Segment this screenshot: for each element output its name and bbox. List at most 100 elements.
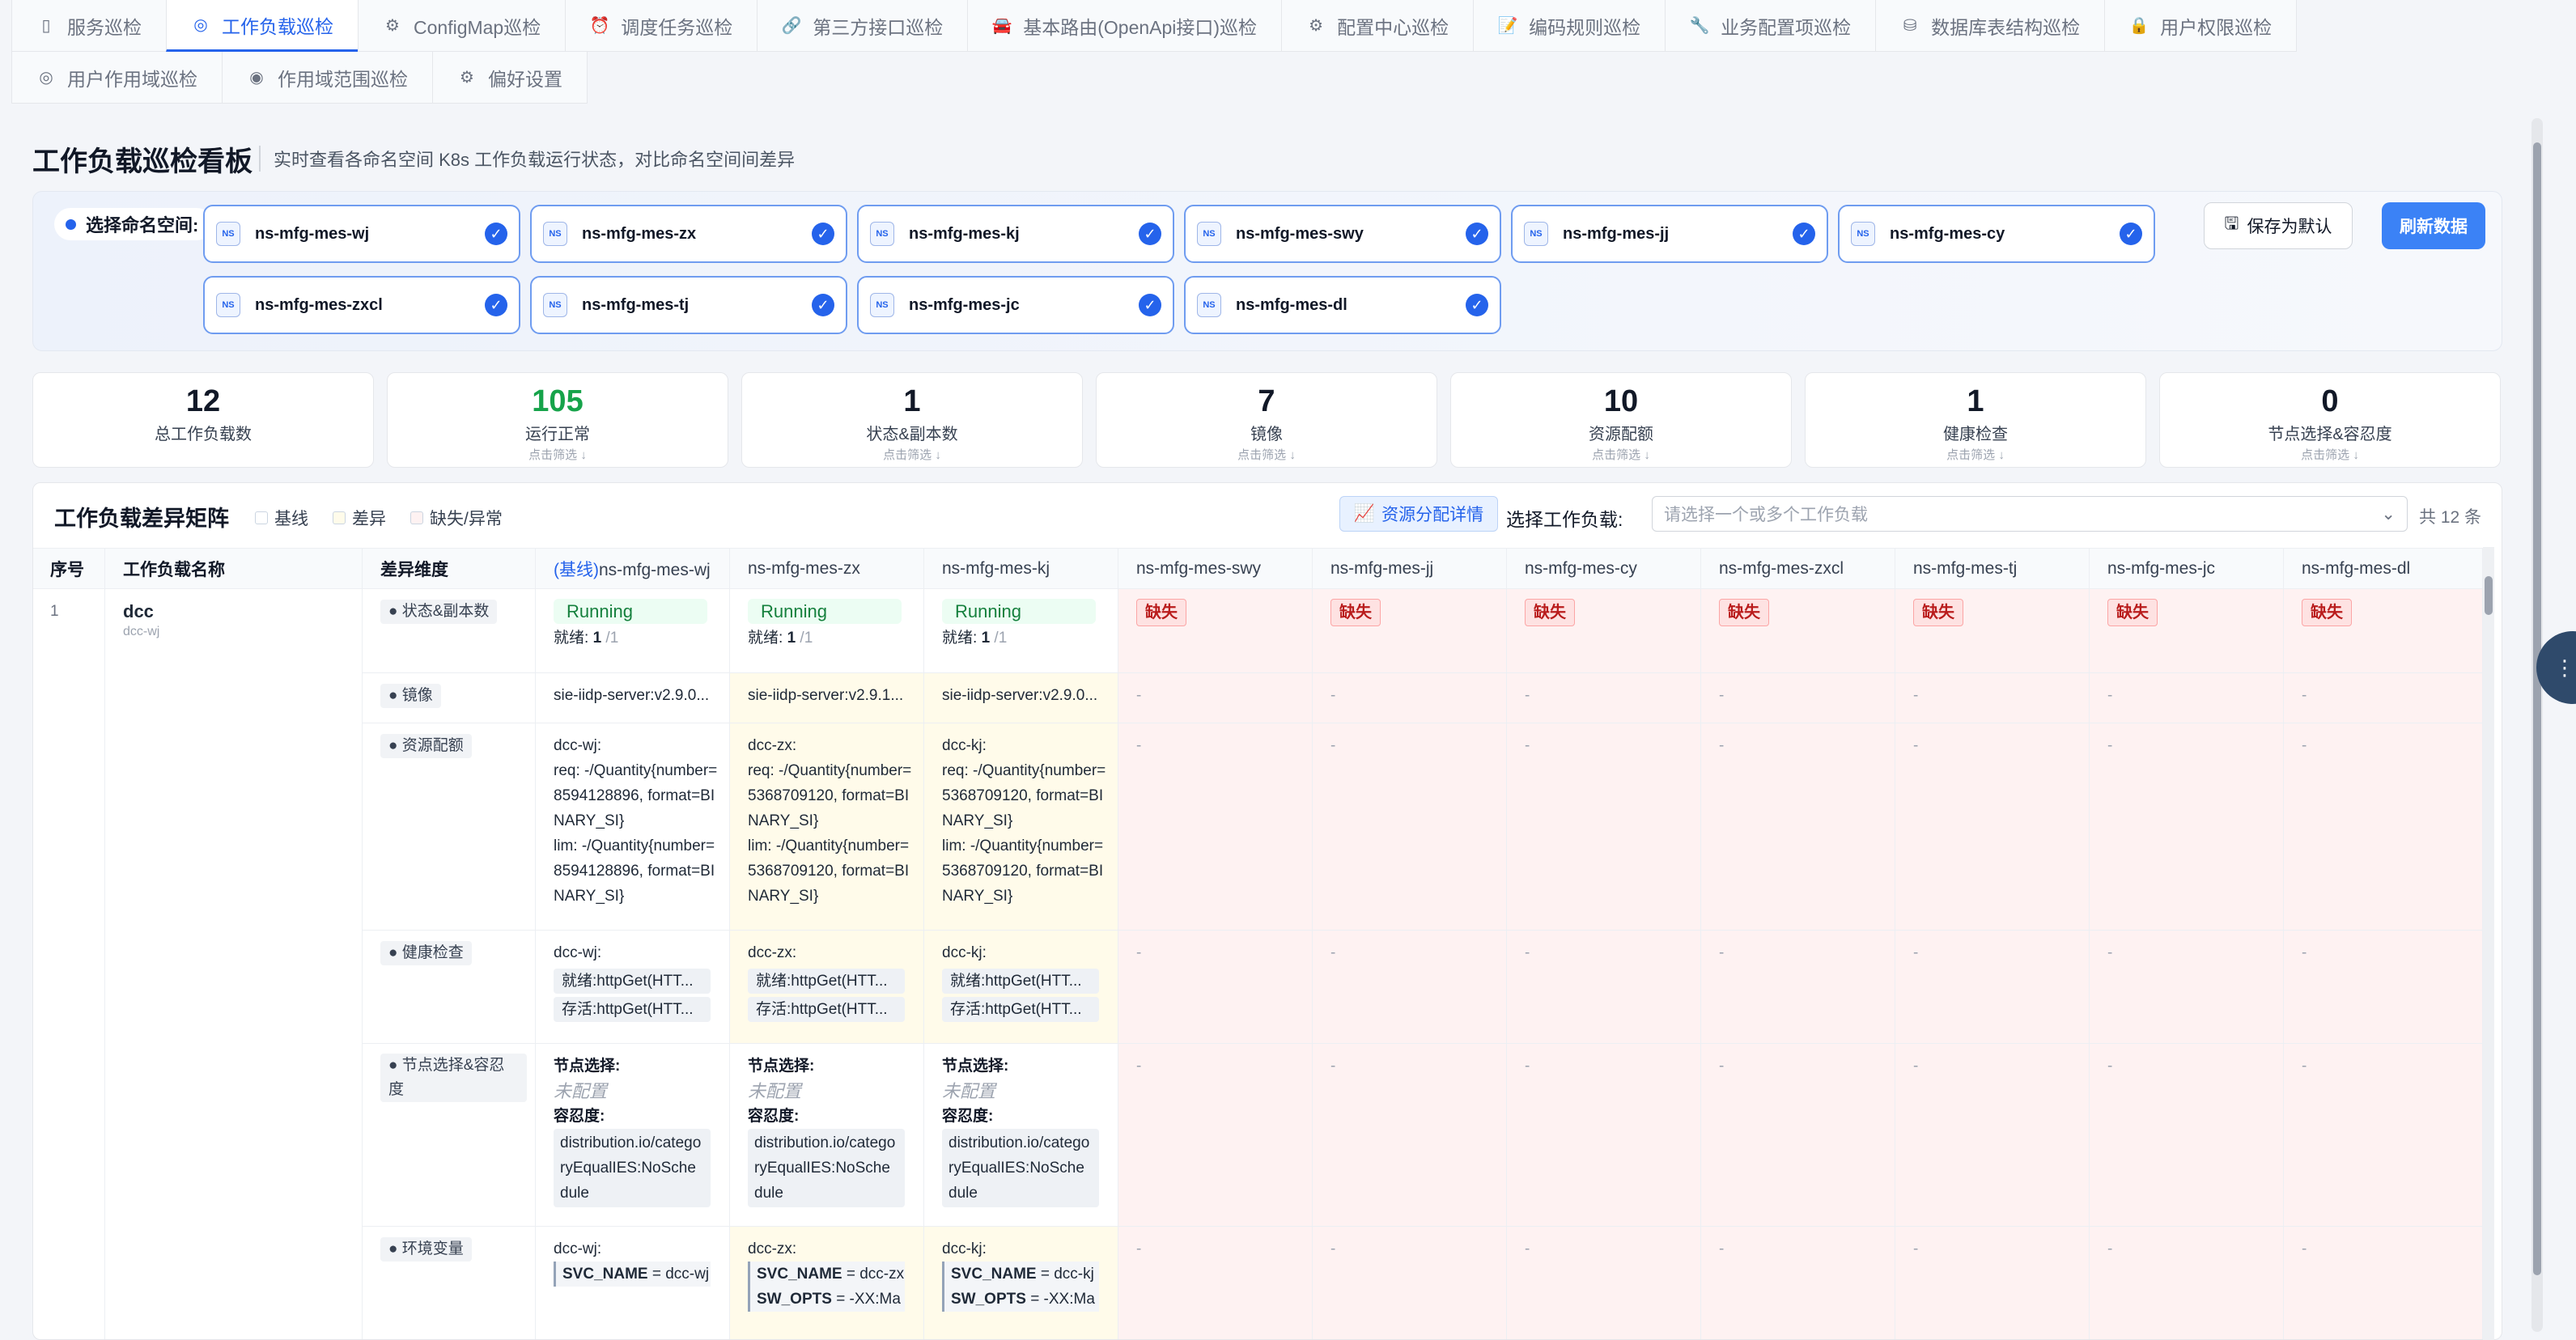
stat-card[interactable]: 7镜像点击筛选 ↓ (1096, 372, 1437, 468)
diff-cell: dcc-wj:就绪:httpGet(HTT...存活:httpGet(HTT..… (536, 931, 730, 1044)
health-head: dcc-kj: (942, 940, 1110, 965)
workload-select[interactable]: 请选择一个或多个工作负载⌄ (1652, 496, 2408, 532)
tab-6[interactable]: 🚘基本路由(OpenApi接口)巡检 (967, 0, 1282, 52)
stat-card[interactable]: 10资源配额点击筛选 ↓ (1450, 372, 1792, 468)
resource-detail-button[interactable]: 📈资源分配详情 (1339, 496, 1498, 532)
tab-label: 用户作用域巡检 (67, 64, 197, 91)
page-scrollbar[interactable] (2531, 118, 2543, 1332)
namespace-chip[interactable]: NSns-mfg-mes-jj✓ (1511, 205, 1828, 263)
dimension-tag: ● 节点选择&容忍度 (380, 1054, 527, 1102)
stat-card[interactable]: 1健康检查点击筛选 ↓ (1805, 372, 2146, 468)
missing-cell: 缺失 (2284, 589, 2483, 673)
missing-dash: - (2302, 687, 2307, 704)
missing-dash: - (1330, 687, 1335, 704)
check-icon[interactable]: ✓ (1139, 294, 1161, 316)
check-icon[interactable]: ✓ (1139, 223, 1161, 245)
missing-cell: - (1507, 931, 1701, 1044)
page-scrollbar-thumb[interactable] (2533, 142, 2541, 1275)
legend-swatch (255, 511, 268, 524)
node-selector-value: 未配置 (748, 1079, 915, 1104)
row-name[interactable]: dccdcc-wj (105, 589, 363, 1340)
tab-label: 用户权限巡检 (2160, 12, 2272, 40)
tab-label: 偏好设置 (488, 64, 562, 91)
stat-value: 1 (1806, 384, 2145, 419)
save-default-label: 保存为默认 (2247, 214, 2332, 238)
liveness-probe: 存活:httpGet(HTT... (942, 997, 1099, 1022)
tab-13[interactable]: ◉作用域范围巡检 (222, 52, 433, 104)
namespace-chip[interactable]: NSns-mfg-mes-dl✓ (1184, 276, 1501, 334)
database-icon: ⛁ (1900, 16, 1920, 36)
stat-label: 总工作负载数 (33, 421, 373, 444)
namespace-chip[interactable]: NSns-mfg-mes-zxcl✓ (203, 276, 520, 334)
env-key: SW_OPTS (757, 1291, 832, 1308)
namespace-chip[interactable]: NSns-mfg-mes-cy✓ (1838, 205, 2155, 263)
namespace-name: ns-mfg-mes-wj (255, 225, 485, 244)
tab-4[interactable]: ⏰调度任务巡检 (565, 0, 758, 52)
check-icon[interactable]: ✓ (485, 294, 507, 316)
namespace-name: ns-mfg-mes-cy (1890, 225, 2120, 244)
dimension-tag: ● 资源配额 (380, 734, 472, 758)
check-icon[interactable]: ✓ (812, 294, 834, 316)
tab-10[interactable]: ⛁数据库表结构巡检 (1875, 0, 2105, 52)
namespace-chip[interactable]: NSns-mfg-mes-jc✓ (857, 276, 1174, 334)
check-icon[interactable]: ✓ (2120, 223, 2142, 245)
namespace-chip[interactable]: NSns-mfg-mes-swy✓ (1184, 205, 1501, 263)
check-icon[interactable]: ✓ (1466, 294, 1488, 316)
header-name: 工作负载名称 (105, 549, 363, 589)
save-default-button[interactable]: 🖫保存为默认 (2204, 202, 2353, 249)
missing-cell: - (1701, 1227, 1895, 1340)
header-namespace: ns-mfg-mes-tj (1895, 549, 2090, 589)
check-icon[interactable]: ✓ (485, 223, 507, 245)
diff-cell: dcc-kj:SVC_NAME = dcc-kjSW_OPTS = -XX:Ma (924, 1227, 1118, 1340)
missing-cell: - (2284, 931, 2483, 1044)
missing-dash: - (1136, 687, 1141, 704)
missing-badge: 缺失 (1525, 599, 1575, 626)
table-row: 1dccdcc-wj● 状态&副本数Running就绪: 1 /1Running… (32, 589, 2483, 673)
tab-12[interactable]: ◎用户作用域巡检 (11, 52, 223, 104)
diff-cell: Running就绪: 1 /1 (536, 589, 730, 673)
stat-card[interactable]: 1状态&副本数点击筛选 ↓ (741, 372, 1083, 468)
refresh-button[interactable]: 刷新数据 (2382, 202, 2485, 249)
tab-11[interactable]: 🔒用户权限巡检 (2104, 0, 2297, 52)
resource-limit: lim: -/Quantity{number=5368709120, forma… (942, 833, 1110, 909)
header-namespace: ns-mfg-mes-cy (1507, 549, 1701, 589)
chevron-down-icon: ⌄ (2381, 504, 2396, 524)
ready-total: /1 (800, 630, 813, 647)
missing-dash: - (2107, 737, 2112, 754)
stat-value: 105 (388, 384, 728, 419)
namespace-chip[interactable]: NSns-mfg-mes-wj✓ (203, 205, 520, 263)
env-var: SVC_NAME = dcc-wj (554, 1262, 711, 1287)
tab-label: 基本路由(OpenApi接口)巡检 (1023, 12, 1257, 40)
toleration-value: distribution.io/categoryEqualIES:NoSched… (554, 1129, 711, 1207)
tab-1[interactable]: ▯服务巡检 (11, 0, 167, 52)
missing-badge: 缺失 (1330, 599, 1381, 626)
tab-9[interactable]: 🔧业务配置项巡检 (1665, 0, 1876, 52)
stat-card[interactable]: 0节点选择&容忍度点击筛选 ↓ (2159, 372, 2501, 468)
legend-swatch (333, 511, 346, 524)
check-icon[interactable]: ✓ (1793, 223, 1815, 245)
namespace-chip[interactable]: NSns-mfg-mes-kj✓ (857, 205, 1174, 263)
tab-5[interactable]: 🔗第三方接口巡检 (757, 0, 968, 52)
missing-dash: - (1913, 687, 1918, 704)
check-icon[interactable]: ✓ (1466, 223, 1488, 245)
matrix-scrollbar-thumb[interactable] (2485, 576, 2493, 615)
tab-7[interactable]: ⚙配置中心巡检 (1281, 0, 1474, 52)
legend-item: 差异 (333, 506, 386, 530)
stat-value: 1 (742, 384, 1082, 419)
tab-8[interactable]: 📝编码规则巡检 (1473, 0, 1666, 52)
stat-card[interactable]: 12总工作负载数 (32, 372, 374, 468)
namespace-chip[interactable]: NSns-mfg-mes-zx✓ (530, 205, 847, 263)
tab-2[interactable]: ◎工作负载巡检 (166, 0, 359, 52)
namespace-chip[interactable]: NSns-mfg-mes-tj✓ (530, 276, 847, 334)
missing-cell: - (1313, 1227, 1507, 1340)
stat-hint: 点击筛选 ↓ (742, 446, 1082, 463)
env-val: = -XX:Ma (1030, 1291, 1095, 1308)
check-icon[interactable]: ✓ (812, 223, 834, 245)
matrix-scrollbar[interactable] (2483, 547, 2494, 1340)
stat-card[interactable]: 105运行正常点击筛选 ↓ (387, 372, 728, 468)
namespace-badge: NS (543, 293, 567, 317)
ready-total: /1 (994, 630, 1007, 647)
tab-3[interactable]: ⚙ConfigMap巡检 (358, 0, 566, 52)
tab-14[interactable]: ⚙偏好设置 (432, 52, 588, 104)
toleration-label: 容忍度: (748, 1104, 915, 1129)
